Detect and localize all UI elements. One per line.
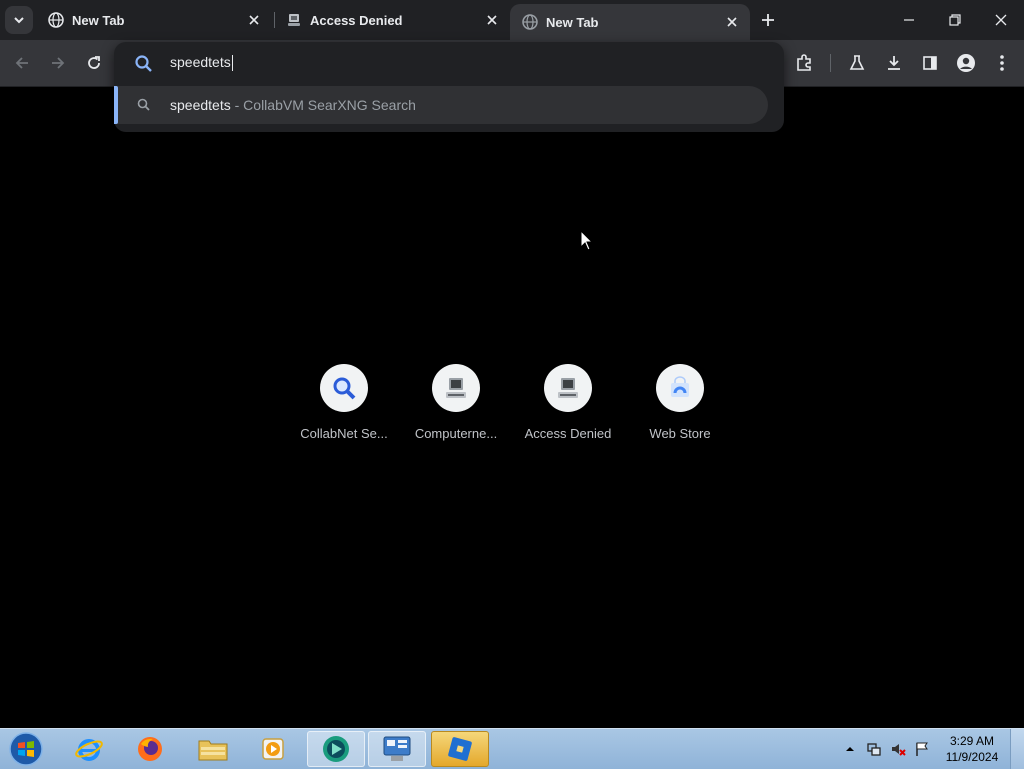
- close-window-button[interactable]: [978, 0, 1024, 40]
- flask-icon: [849, 55, 865, 70]
- computer-icon: [286, 12, 302, 28]
- globe-icon: [48, 12, 64, 28]
- show-desktop-button[interactable]: [1010, 729, 1024, 769]
- taskbar-media-player[interactable]: [244, 731, 302, 767]
- tab-access-denied[interactable]: Access Denied: [274, 4, 510, 36]
- mouse-cursor-icon: [580, 229, 594, 257]
- downloads-button[interactable]: [882, 51, 906, 75]
- webstore-icon: [656, 364, 704, 412]
- media-player-icon: [262, 738, 284, 760]
- profile-button[interactable]: [954, 51, 978, 75]
- windows-logo-icon: [9, 732, 43, 766]
- taskbar-clock[interactable]: 3:29 AM 11/9/2024: [938, 733, 1006, 765]
- taskbar-file-explorer[interactable]: [184, 731, 242, 767]
- close-icon[interactable]: [722, 12, 742, 32]
- omnibox-text: speedtets: [170, 54, 233, 72]
- shortcut-web-store[interactable]: Web Store: [624, 364, 736, 441]
- minimize-button[interactable]: [886, 0, 932, 40]
- restore-button[interactable]: [932, 0, 978, 40]
- reload-button[interactable]: [82, 51, 106, 75]
- shortcut-label: Access Denied: [524, 426, 612, 441]
- tab-new-tab-1[interactable]: New Tab: [36, 4, 272, 36]
- new-tab-button[interactable]: [756, 8, 780, 32]
- suggestion-engine: CollabVM SearXNG Search: [243, 97, 416, 113]
- clock-date: 11/9/2024: [945, 750, 999, 764]
- taskbar-firefox[interactable]: [121, 731, 179, 767]
- arrow-left-icon: [15, 57, 28, 69]
- show-hidden-icons-icon[interactable]: [844, 743, 856, 755]
- arrow-right-icon: [52, 57, 65, 69]
- side-panel-icon: [923, 56, 937, 70]
- shortcut-computernewb[interactable]: Computerne...: [400, 364, 512, 441]
- download-icon: [888, 56, 900, 70]
- shortcut-label: Web Store: [649, 426, 711, 441]
- puzzle-icon: [797, 54, 811, 71]
- network-icon[interactable]: [866, 741, 882, 757]
- control-panel-icon: [383, 736, 411, 761]
- suggestion-query: speedtets: [170, 97, 231, 113]
- plus-icon: [762, 14, 774, 26]
- omnibox-input[interactable]: speedtets: [114, 42, 784, 84]
- shortcut-label: Computerne...: [414, 426, 498, 441]
- system-tray: [844, 729, 930, 769]
- roblox-studio-icon: [448, 737, 472, 761]
- close-icon: [995, 14, 1007, 26]
- close-icon[interactable]: [244, 10, 264, 30]
- close-icon[interactable]: [482, 10, 502, 30]
- more-vert-icon: [1000, 55, 1004, 71]
- tab-search-button[interactable]: [5, 6, 33, 34]
- taskbar-app[interactable]: [307, 731, 365, 767]
- tab-title: New Tab: [546, 14, 599, 30]
- start-button[interactable]: [6, 731, 46, 767]
- chevron-down-icon: [14, 17, 24, 24]
- action-center-flag-icon[interactable]: [914, 741, 930, 757]
- tab-strip: New Tab Access Denied New Tab: [0, 0, 1024, 40]
- minimize-icon: [904, 19, 914, 21]
- search-icon: [134, 54, 154, 74]
- taskbar-roblox-studio[interactable]: [431, 731, 489, 767]
- omnibox-popup: speedtets speedtets - CollabVM SearXNG S…: [114, 42, 784, 132]
- shortcut-access-denied[interactable]: Access Denied: [512, 364, 624, 441]
- tab-title: New Tab: [72, 12, 125, 28]
- suggestion-separator: -: [230, 97, 244, 113]
- suggestion-text: speedtets - CollabVM SearXNG Search: [170, 97, 416, 113]
- menu-button[interactable]: [990, 51, 1014, 75]
- taskbar-internet-explorer[interactable]: [60, 731, 118, 767]
- selection-indicator: [114, 86, 118, 124]
- search-icon: [320, 364, 368, 412]
- tab-title: Access Denied: [310, 12, 403, 28]
- forward-button[interactable]: [46, 51, 70, 75]
- taskbar-control-panel[interactable]: [368, 731, 426, 767]
- reload-icon: [88, 56, 100, 69]
- side-panel-button[interactable]: [918, 51, 942, 75]
- computer-icon: [544, 364, 592, 412]
- clock-time: 3:29 AM: [949, 734, 995, 748]
- omnibox-suggestion[interactable]: speedtets - CollabVM SearXNG Search: [114, 86, 768, 124]
- globe-icon: [522, 14, 538, 30]
- internet-explorer-icon: [75, 739, 103, 761]
- tab-new-tab-active[interactable]: New Tab: [510, 4, 750, 40]
- volume-muted-icon[interactable]: [890, 741, 906, 757]
- file-explorer-icon: [198, 740, 228, 761]
- restore-icon: [949, 14, 961, 26]
- toolbar-divider: [830, 54, 831, 72]
- shortcut-collabnet-search[interactable]: CollabNet Se...: [288, 364, 400, 441]
- extensions-button[interactable]: [792, 51, 816, 75]
- computer-icon: [432, 364, 480, 412]
- app-icon: [323, 736, 349, 762]
- back-button[interactable]: [10, 51, 34, 75]
- firefox-icon: [138, 737, 162, 761]
- labs-button[interactable]: [845, 51, 869, 75]
- search-icon: [136, 97, 152, 113]
- shortcut-label: CollabNet Se...: [300, 426, 388, 441]
- taskbar: 3:29 AM 11/9/2024: [0, 728, 1024, 769]
- avatar-icon: [957, 54, 975, 72]
